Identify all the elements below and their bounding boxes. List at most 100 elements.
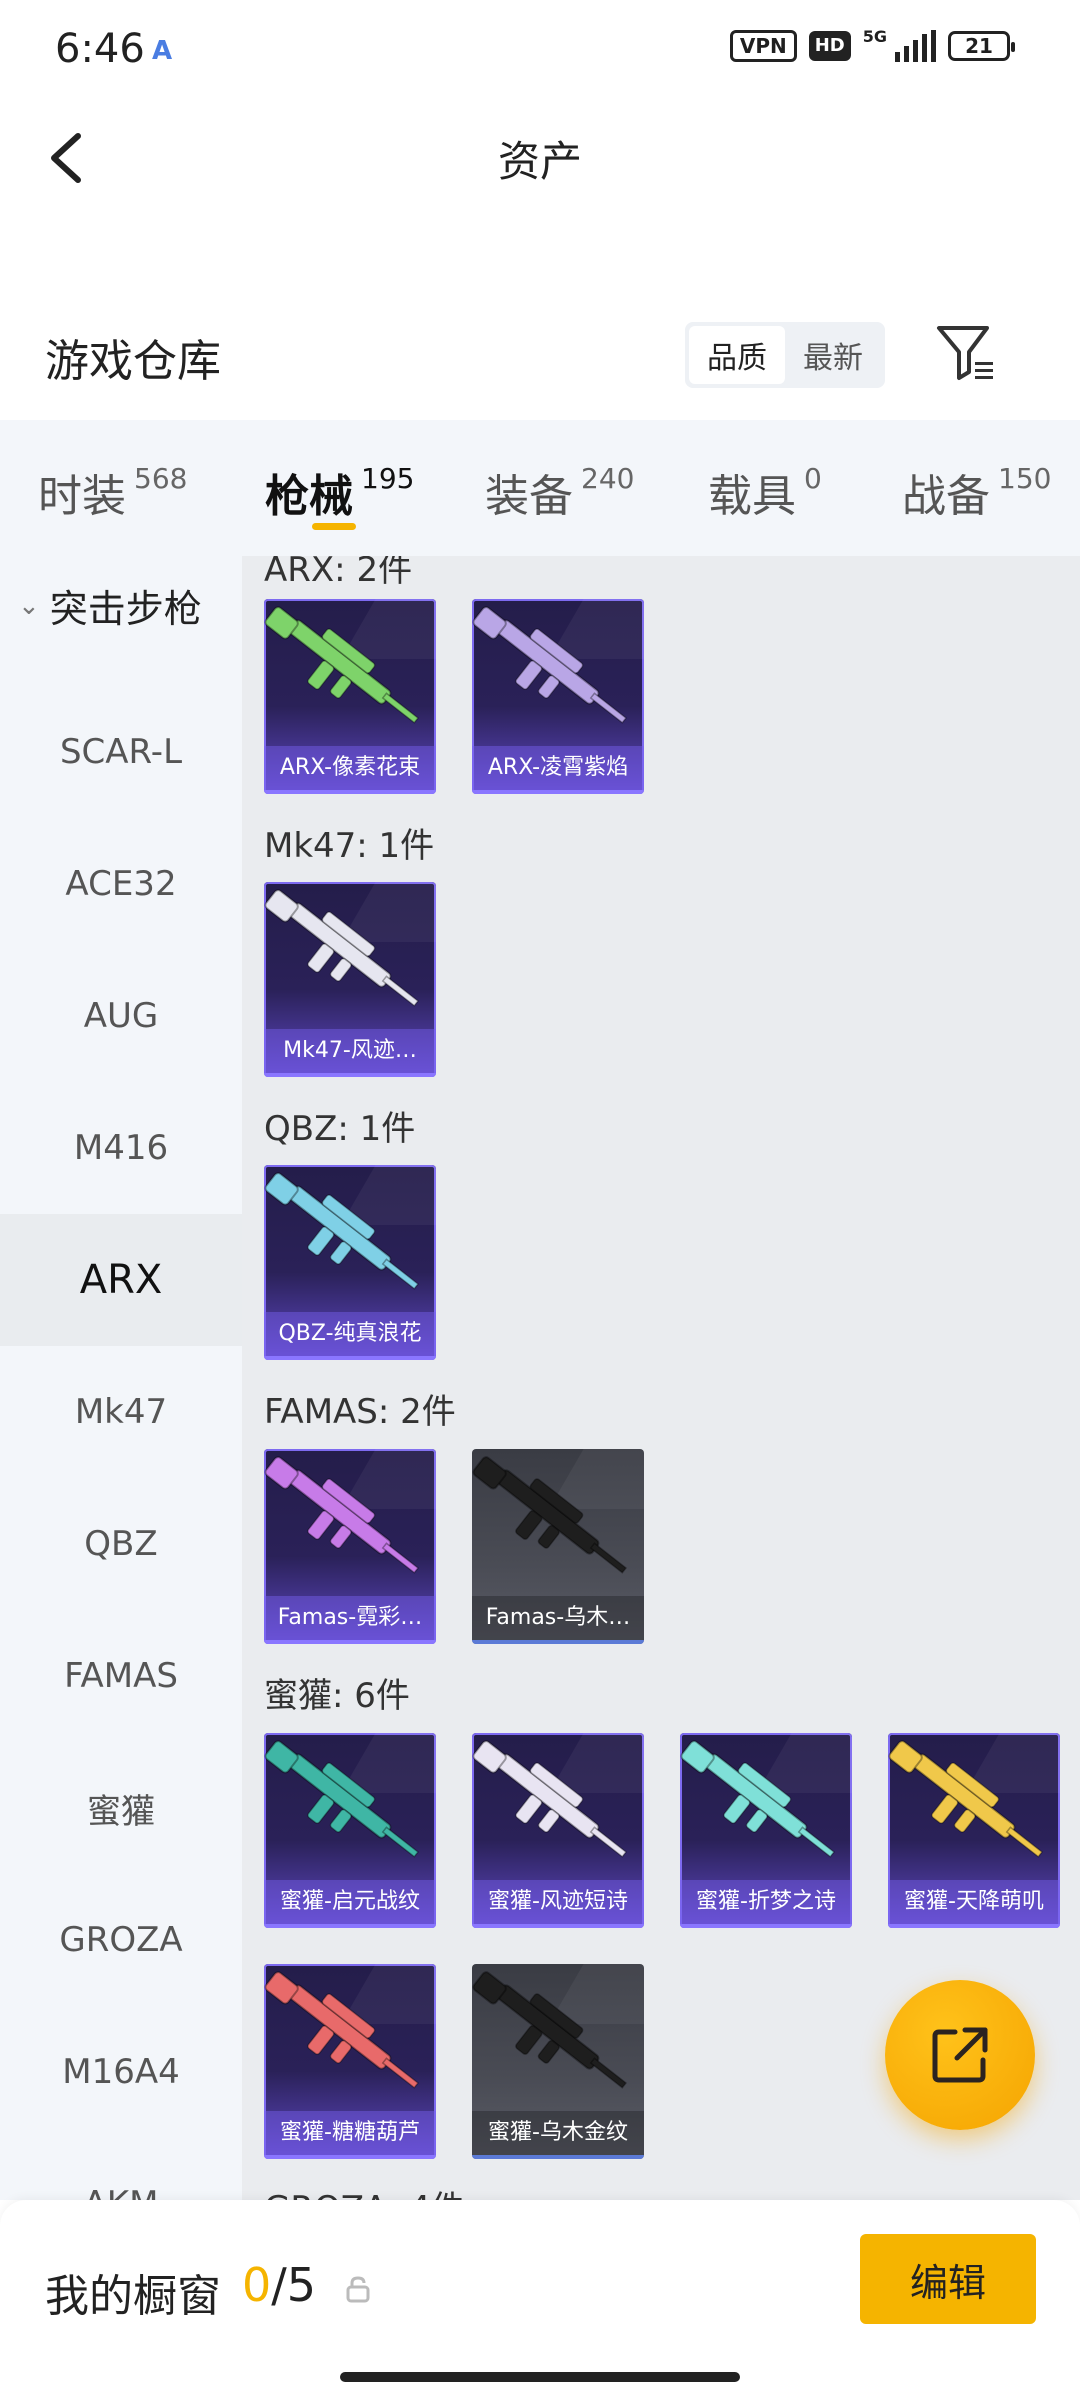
category-label: 突击步枪 [49, 587, 202, 631]
rifle-icon [472, 1971, 628, 2089]
tab-supplies[interactable]: 战备 150 [902, 460, 1051, 524]
showcase-count-sep: / [271, 2258, 287, 2312]
status-bar: 6:46 A VPN HD 5G 21 [0, 0, 1080, 100]
signal-icon [895, 30, 936, 62]
card-rarity-bar [264, 2155, 436, 2159]
category-tabs: 时装 568 枪械 195 装备 240 载具 0 战备 150 [0, 420, 1080, 556]
sidebar-item[interactable]: Mk47 [0, 1346, 242, 1478]
tab-label: 枪械 [265, 471, 353, 522]
app-screen: 6:46 A VPN HD 5G 21 资产 游戏仓库 品质 最新 时装 568… [0, 0, 1080, 2400]
weapon-card[interactable]: Famas-乌木… [472, 1449, 644, 1644]
card-rarity-bar [264, 1356, 436, 1360]
tab-vehicles[interactable]: 载具 0 [708, 460, 822, 524]
sort-newest-button[interactable]: 最新 [785, 326, 881, 384]
sidebar-item[interactable]: M416 [0, 1082, 242, 1214]
sidebar-item[interactable]: QBZ [0, 1478, 242, 1610]
showcase-count-current: 0 [242, 2258, 272, 2312]
weapon-card-name: ARX-像素花束 [264, 746, 436, 790]
network-type: 5G [862, 26, 887, 46]
group-label: QBZ: 1件 [264, 1109, 416, 1149]
sidebar-item[interactable]: SCAR-L [0, 686, 242, 818]
sidebar-item[interactable]: AKM [0, 2138, 242, 2200]
sidebar-item[interactable]: M16A4 [0, 2006, 242, 2138]
card-rarity-bar [888, 1924, 1060, 1928]
status-right-group: VPN HD 5G 21 [729, 26, 1015, 62]
hd-indicator: HD [808, 31, 851, 61]
showcase-bar: 我的橱窗 0/5 编辑 [0, 2200, 1080, 2400]
sidebar-item[interactable]: 蜜獾 [0, 1742, 242, 1874]
weapon-card[interactable]: 蜜獾-折梦之诗 [680, 1733, 852, 1928]
warehouse-title: 游戏仓库 [45, 336, 221, 387]
sidebar-item[interactable]: AUG [0, 950, 242, 1082]
tab-weapons[interactable]: 枪械 195 [265, 460, 414, 524]
sidebar-item[interactable]: ACE32 [0, 818, 242, 950]
weapon-card[interactable]: Famas-霓彩… [264, 1449, 436, 1644]
home-indicator [340, 2372, 740, 2382]
card-rarity-bar [472, 790, 644, 794]
tab-label: 装备 [485, 471, 573, 522]
sidebar-category[interactable]: ⌄ 突击步枪 [18, 578, 202, 633]
showcase-label: 我的橱窗 [45, 2271, 221, 2322]
sidebar-item[interactable]: GROZA [0, 1874, 242, 2006]
weapon-card[interactable]: 蜜獾-乌木金纹 [472, 1964, 644, 2159]
rifle-icon [264, 1971, 420, 2089]
rifle-icon [888, 1740, 1044, 1858]
group-label: Mk47: 1件 [264, 826, 435, 866]
showcase-count: 0/5 [242, 2258, 316, 2312]
tab-label: 时装 [38, 471, 126, 522]
sort-toggle: 品质 最新 [685, 322, 885, 388]
tab-outfits[interactable]: 时装 568 [38, 460, 187, 524]
weapon-card[interactable]: ARX-凌霄紫焰 [472, 599, 644, 794]
weapon-card-name: 蜜獾-风迹短诗 [472, 1880, 644, 1924]
rifle-icon [264, 1740, 420, 1858]
weapon-card-name: 蜜獾-天降萌叽 [888, 1880, 1060, 1924]
weapon-card[interactable]: QBZ-纯真浪花 [264, 1165, 436, 1360]
share-button[interactable] [885, 1980, 1035, 2130]
weapon-card[interactable]: 蜜獾-天降萌叽 [888, 1733, 1060, 1928]
weapon-grid: ARX: 2件 ARX-像素花束 ARX-凌霄紫焰 Mk47: 1件 Mk47-… [242, 556, 1080, 2200]
edit-button[interactable]: 编辑 [860, 2234, 1036, 2324]
weapon-card-name: Famas-霓彩… [264, 1596, 436, 1640]
sort-quality-button[interactable]: 品质 [689, 326, 785, 384]
battery-icon: 21 [948, 31, 1015, 61]
app-notification-icon: A [152, 36, 173, 66]
tab-label: 载具 [708, 471, 796, 522]
sidebar-item-selected[interactable]: ARX [0, 1214, 242, 1346]
weapon-card-name: 蜜獾-启元战纹 [264, 1880, 436, 1924]
rifle-icon [264, 889, 420, 1007]
tab-count: 240 [581, 462, 635, 495]
weapon-card-name: Mk47-风迹… [264, 1029, 436, 1073]
weapon-card[interactable]: 蜜獾-启元战纹 [264, 1733, 436, 1928]
card-rarity-bar [264, 1924, 436, 1928]
card-rarity-bar [472, 2155, 644, 2159]
card-rarity-bar [680, 1924, 852, 1928]
share-icon [932, 2027, 988, 2083]
weapon-card[interactable]: ARX-像素花束 [264, 599, 436, 794]
card-rarity-bar [264, 1073, 436, 1077]
sidebar-item[interactable]: FAMAS [0, 1610, 242, 1742]
weapon-card-name: ARX-凌霄紫焰 [472, 746, 644, 790]
tab-equipment[interactable]: 装备 240 [485, 460, 634, 524]
tab-count: 568 [134, 462, 188, 495]
card-rarity-bar [264, 790, 436, 794]
weapon-sidebar: ⌄ 突击步枪 SCAR-L ACE32 AUG M416 ARX Mk47 QB… [0, 556, 242, 2200]
rifle-icon [264, 1172, 420, 1290]
tab-label: 战备 [902, 471, 990, 522]
weapon-card[interactable]: 蜜獾-风迹短诗 [472, 1733, 644, 1928]
rifle-icon [264, 606, 420, 724]
weapon-card[interactable]: Mk47-风迹… [264, 882, 436, 1077]
weapon-card-name: 蜜獾-折梦之诗 [680, 1880, 852, 1924]
group-label: ARX: 2件 [264, 556, 413, 590]
weapon-card-name: 蜜獾-糖糖葫芦 [264, 2111, 436, 2155]
card-rarity-bar [264, 1640, 436, 1644]
rifle-icon [472, 606, 628, 724]
vpn-indicator: VPN [729, 30, 797, 62]
battery-level: 21 [965, 34, 993, 58]
group-label: GROZA: 4件 [264, 2181, 465, 2200]
tab-count: 150 [998, 462, 1052, 495]
filter-icon[interactable] [935, 322, 997, 384]
page-title: 资产 [497, 137, 582, 186]
rifle-icon [264, 1456, 420, 1574]
weapon-card[interactable]: 蜜獾-糖糖葫芦 [264, 1964, 436, 2159]
showcase-count-total: 5 [286, 2258, 317, 2312]
